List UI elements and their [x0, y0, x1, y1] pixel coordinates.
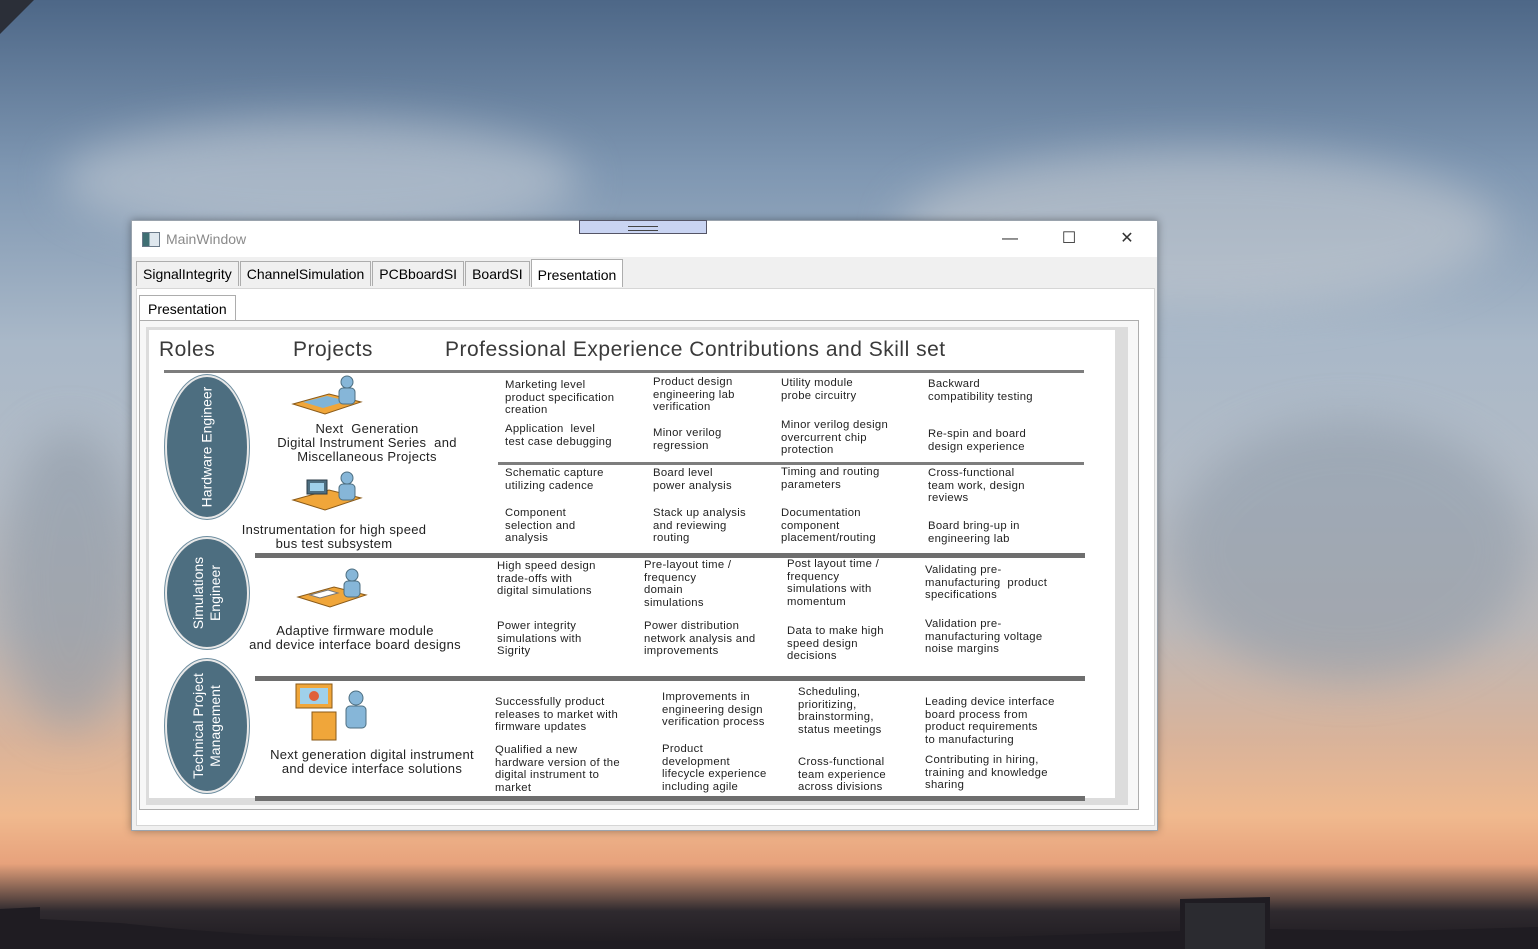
title-bar[interactable]: MainWindow — ☐ ✕	[132, 220, 1157, 257]
role-label: Hardware Engineer	[198, 386, 215, 508]
header-projects: Projects	[293, 338, 373, 361]
skill-cell: Application level test case debugging	[505, 423, 612, 448]
skill-cell: Improvements in engineering design verif…	[662, 691, 765, 728]
section-divider	[255, 553, 1085, 558]
corner-shape	[0, 0, 34, 34]
presentation-panel: Roles Projects Professional Experience C…	[139, 320, 1139, 810]
skill-cell: Minor verilog regression	[653, 427, 722, 452]
minimize-button[interactable]: —	[987, 225, 1033, 253]
skill-cell: Marketing level product specification cr…	[505, 379, 615, 416]
tab-bar: SignalIntegrity ChannelSimulation PCBboa…	[136, 259, 624, 288]
role-label: Technical Project Management	[190, 673, 223, 779]
skill-cell: High speed design trade-offs with digita…	[497, 560, 596, 597]
skill-cell: Re-spin and board design experience	[928, 428, 1027, 453]
presenter-at-board-icon	[295, 683, 367, 741]
subtab-presentation[interactable]: Presentation	[139, 295, 236, 321]
tab-page-presentation: Presentation Roles Projects Professional…	[136, 288, 1155, 826]
app-icon	[142, 232, 160, 247]
section-divider	[255, 676, 1085, 681]
role-badge-hardware-engineer: Hardware Engineer	[165, 375, 249, 519]
project-label: Instrumentation for high speed bus test …	[241, 522, 427, 551]
close-button[interactable]: ✕	[1104, 225, 1150, 253]
slide-content: Roles Projects Professional Experience C…	[149, 330, 1115, 801]
engineer-at-desk-icon	[291, 375, 363, 415]
skill-cell: Component selection and analysis	[505, 507, 576, 544]
skill-cell: Cross-functional team experience across …	[798, 756, 887, 793]
skill-cell: Timing and routing parameters	[781, 466, 880, 491]
project-label: Next Generation Digital Instrument Serie…	[277, 421, 457, 464]
project-label: Adaptive firmware module and device inte…	[249, 623, 461, 652]
skill-cell: Board level power analysis	[653, 467, 732, 492]
skill-cell: Contributing in hiring, training and kno…	[925, 754, 1048, 791]
drag-grip-handle[interactable]	[579, 220, 707, 234]
skill-cell: Product design engineering lab verificat…	[653, 376, 735, 413]
skill-cell: Pre-layout time / frequency domain simul…	[644, 559, 732, 609]
project-label: Next generation digital instrument and d…	[270, 747, 474, 776]
skill-cell: Power integrity simulations with Sigrity	[497, 620, 582, 657]
skill-cell: Cross-functional team work, design revie…	[928, 467, 1025, 504]
skill-cell: Board bring-up in engineering lab	[928, 520, 1020, 545]
tab-signalintegrity[interactable]: SignalIntegrity	[136, 261, 239, 286]
skill-cell: Minor verilog design overcurrent chip pr…	[781, 419, 889, 456]
skill-cell: Schematic capture utilizing cadence	[505, 467, 604, 492]
tab-boardsi[interactable]: BoardSI	[465, 261, 530, 286]
skill-cell: Leading device interface board process f…	[925, 696, 1055, 746]
engineer-at-workstation-icon	[291, 471, 363, 511]
skill-cell: Backward compatibility testing	[928, 378, 1033, 403]
skill-cell: Validation pre- manufacturing voltage no…	[925, 618, 1043, 655]
window-title: MainWindow	[166, 231, 247, 247]
skill-cell: Successfully product releases to market …	[495, 696, 619, 733]
main-window: MainWindow — ☐ ✕ SignalIntegrity Channel…	[131, 220, 1158, 831]
skill-cell: Power distribution network analysis and …	[644, 620, 756, 657]
presentation-slide: Roles Projects Professional Experience C…	[146, 327, 1128, 805]
skill-cell: Post layout time / frequency simulations…	[787, 558, 880, 608]
city-skyline	[0, 897, 1538, 949]
cloud-shape	[0, 430, 140, 730]
skill-cell: Validating pre- manufacturing product sp…	[925, 564, 1048, 601]
skill-cell: Qualified a new hardware version of the …	[495, 744, 620, 794]
skill-cell: Product development lifecycle experience…	[662, 743, 767, 793]
skill-cell: Stack up analysis and reviewing routing	[653, 507, 747, 544]
cloud-shape	[1170, 420, 1530, 680]
row-divider	[498, 462, 1084, 465]
header-divider	[164, 370, 1084, 373]
header-roles: Roles	[159, 338, 216, 361]
skill-cell: Data to make high speed design decisions	[787, 625, 884, 662]
section-divider	[255, 796, 1085, 801]
engineer-with-documents-icon	[296, 568, 368, 608]
header-contributions: Professional Experience Contributions an…	[445, 338, 946, 361]
tab-presentation[interactable]: Presentation	[530, 259, 624, 287]
maximize-button[interactable]: ☐	[1046, 225, 1092, 253]
skill-cell: Scheduling, prioritizing, brainstorming,…	[798, 686, 882, 736]
role-label: Simulations Engineer	[190, 556, 223, 630]
role-badge-technical-project-management: Technical Project Management	[165, 659, 249, 793]
skill-cell: Documentation component placement/routin…	[781, 507, 876, 544]
tab-pcbboardsi[interactable]: PCBboardSI	[372, 261, 465, 286]
tab-channelsimulation[interactable]: ChannelSimulation	[239, 261, 372, 286]
skill-cell: Utility module probe circuitry	[781, 377, 857, 402]
